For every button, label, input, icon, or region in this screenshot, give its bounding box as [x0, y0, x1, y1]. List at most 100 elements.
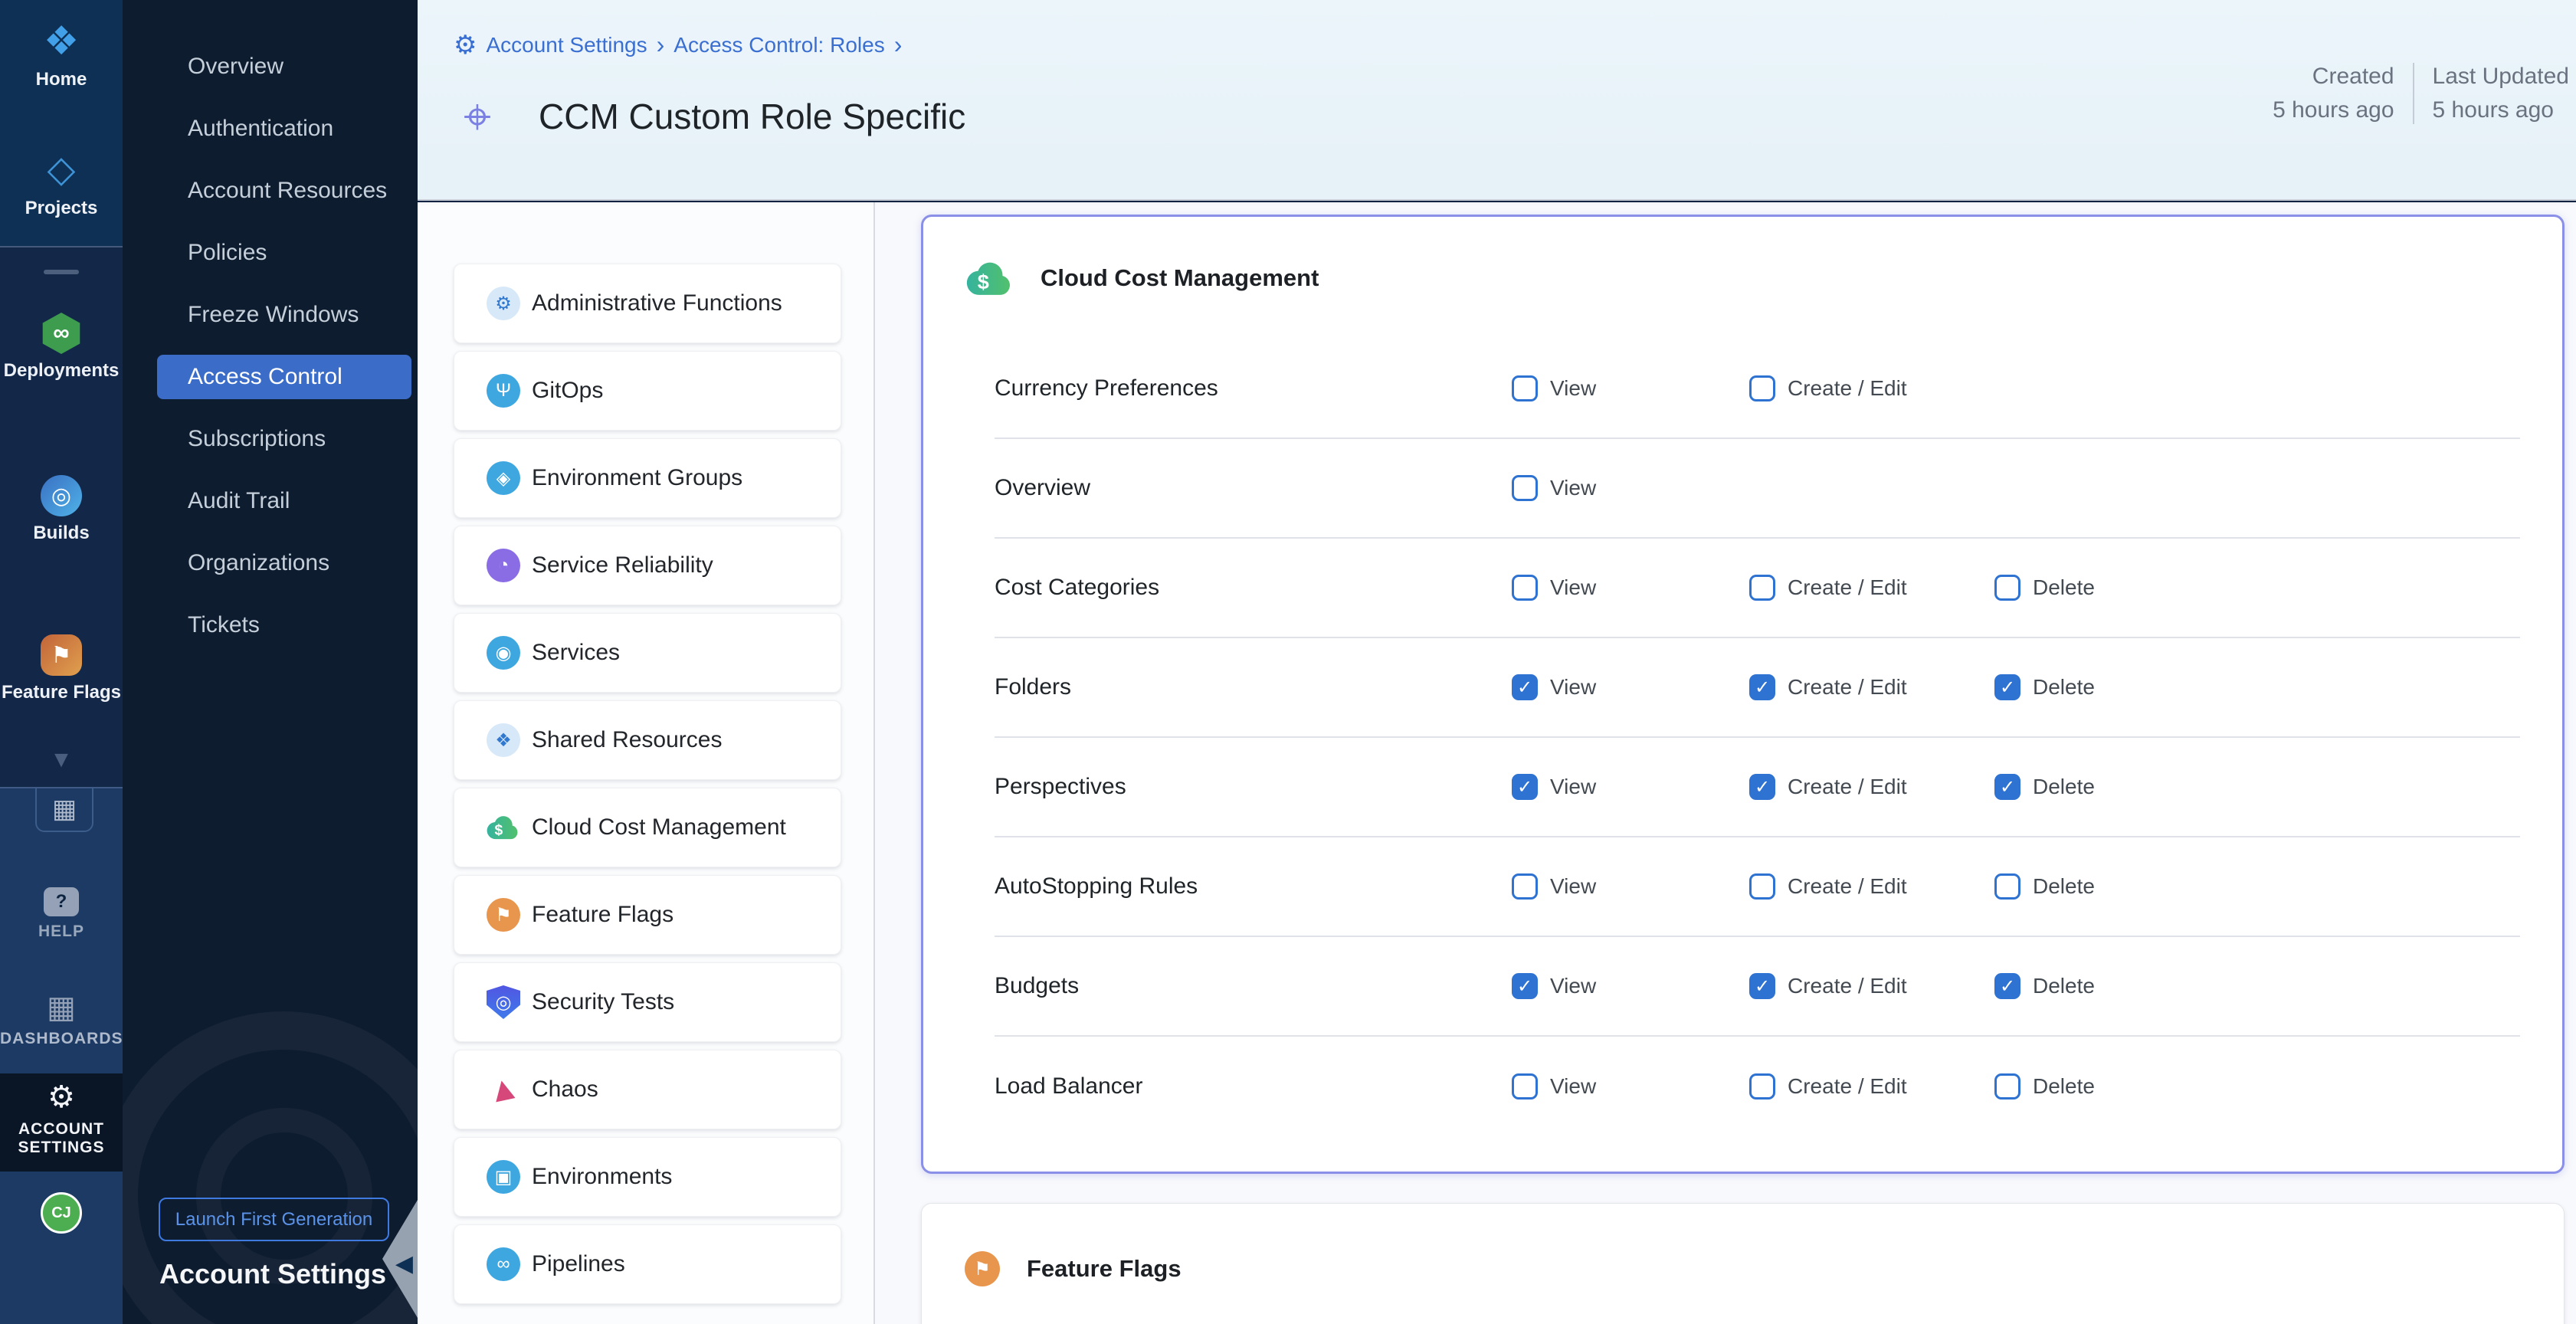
checkbox[interactable] [1994, 973, 2020, 999]
checkbox[interactable] [1749, 375, 1775, 401]
nav-item-subscriptions[interactable]: Subscriptions [123, 417, 418, 461]
nav-item-account-resources[interactable]: Account Resources [123, 169, 418, 213]
checkbox-view[interactable]: View [1512, 973, 1749, 999]
settings-gear-icon: ⚙ [454, 32, 477, 58]
divider [44, 270, 79, 274]
resource-item-shared-resources[interactable]: ❖ Shared Resources [454, 700, 841, 780]
svg-text:$: $ [978, 270, 989, 293]
permission-row: Cost Categories View Create / Edit Delet… [995, 539, 2520, 638]
cloud-cost-management-panel: $ Cloud Cost Management Currency Prefere… [921, 215, 2565, 1174]
collapse-sidebar-icon[interactable]: ◀ [395, 1250, 413, 1277]
permission-row: Load Balancer View Create / Edit Delete [995, 1037, 2520, 1136]
resource-item-cloud-cost-management[interactable]: $ Cloud Cost Management [454, 788, 841, 867]
nav-item-tickets[interactable]: Tickets [123, 603, 418, 647]
resource-item-pipelines[interactable]: ∞ Pipelines [454, 1224, 841, 1304]
checkbox[interactable] [1994, 873, 2020, 900]
checkbox[interactable] [1512, 475, 1538, 501]
resource-item-services[interactable]: ◉ Services [454, 613, 841, 693]
checkbox[interactable] [1512, 1073, 1538, 1100]
checkbox-create-edit[interactable]: Create / Edit [1749, 575, 1994, 601]
gear-icon: ⚙ [487, 287, 520, 320]
sidebar-item-dashboards[interactable]: ▦ DASHBOARDS [0, 991, 123, 1048]
checkbox-delete[interactable]: Delete [1994, 674, 2520, 700]
last-updated-meta: Last Updated 5 hours ago [2433, 60, 2569, 127]
crosshair-role-icon: ⌖ [450, 89, 505, 144]
checkbox-view[interactable]: View [1512, 774, 1749, 800]
checkbox-view[interactable]: View [1512, 375, 1749, 401]
resource-item-service-reliability[interactable]: ◔ Service Reliability [454, 526, 841, 605]
checkbox[interactable] [1749, 973, 1775, 999]
checkbox-create-edit[interactable]: Create / Edit [1749, 873, 1994, 900]
nav-item-overview[interactable]: Overview [123, 44, 418, 89]
page-header: ⚙ Account Settings › Access Control: Rol… [418, 0, 2576, 201]
nav-item-access-control[interactable]: Access Control [157, 355, 411, 399]
resource-item-chaos[interactable]: ▲ Chaos [454, 1050, 841, 1129]
sidebar-item-account-settings[interactable]: ⚙ ACCOUNT SETTINGS [0, 1080, 123, 1157]
nav-item-freeze-windows[interactable]: Freeze Windows [123, 293, 418, 337]
checkbox[interactable] [1749, 1073, 1775, 1100]
resource-item-administrative-functions[interactable]: ⚙ Administrative Functions [454, 264, 841, 343]
module-label: ACCOUNT SETTINGS [0, 1120, 123, 1157]
checkbox-delete[interactable]: Delete [1994, 774, 2520, 800]
cloud-dollar-icon: $ [966, 261, 1014, 297]
chevron-right-icon: › [894, 31, 903, 59]
checkbox-view[interactable]: View [1512, 1073, 1749, 1100]
checkbox-create-edit[interactable]: Create / Edit [1749, 375, 1994, 401]
nav-item-authentication[interactable]: Authentication [123, 107, 418, 151]
module-label: Deployments [0, 360, 123, 382]
resource-item-feature-flags[interactable]: ⚑ Feature Flags [454, 875, 841, 955]
cloud-dollar-icon: $ [487, 811, 520, 844]
checkbox[interactable] [1512, 873, 1538, 900]
resource-item-gitops[interactable]: Ψ GitOps [454, 351, 841, 431]
checkbox-view[interactable]: View [1512, 873, 1749, 900]
checkbox[interactable] [1749, 575, 1775, 601]
checkbox[interactable] [1749, 873, 1775, 900]
checkbox[interactable] [1994, 575, 2020, 601]
sidebar-item-home[interactable]: ❖ Home [0, 20, 123, 90]
sidebar-item-help[interactable]: ? HELP [0, 887, 123, 941]
resource-item-security-tests[interactable]: ◎ Security Tests [454, 962, 841, 1042]
module-label: HELP [0, 923, 123, 941]
checkbox[interactable] [1994, 1073, 2020, 1100]
sidebar-item-feature-flags[interactable]: ⚑ Feature Flags [0, 634, 123, 703]
checkbox-view[interactable]: View [1512, 475, 1749, 501]
avatar[interactable]: CJ [41, 1192, 82, 1234]
nav-item-policies[interactable]: Policies [123, 231, 418, 275]
checkbox[interactable] [1512, 774, 1538, 800]
checkbox[interactable] [1749, 774, 1775, 800]
checkbox-delete[interactable]: Delete [1994, 873, 2520, 900]
sidebar-item-deployments[interactable]: ∞ Deployments [0, 313, 123, 382]
checkbox-create-edit[interactable]: Create / Edit [1749, 674, 1994, 700]
role-meta: Created 5 hours ago Last Updated 5 hours… [2273, 60, 2569, 127]
checkbox-create-edit[interactable]: Create / Edit [1749, 774, 1994, 800]
checkbox[interactable] [1994, 774, 2020, 800]
divider [0, 246, 123, 247]
checkbox[interactable] [1512, 973, 1538, 999]
nav-item-organizations[interactable]: Organizations [123, 541, 418, 585]
checkbox-create-edit[interactable]: Create / Edit [1749, 973, 1994, 999]
checkbox[interactable] [1512, 375, 1538, 401]
nav-item-audit-trail[interactable]: Audit Trail [123, 479, 418, 523]
home-icon: ❖ [0, 20, 123, 63]
checkbox[interactable] [1994, 674, 2020, 700]
checkbox-create-edit[interactable]: Create / Edit [1749, 1073, 1994, 1100]
sidebar-item-projects[interactable]: ◇ Projects [0, 149, 123, 219]
builds-icon: ◎ [41, 475, 82, 516]
checkbox[interactable] [1749, 674, 1775, 700]
checkbox[interactable] [1512, 575, 1538, 601]
breadcrumb-access-control-roles[interactable]: Access Control: Roles [673, 33, 884, 57]
checkbox-delete[interactable]: Delete [1994, 1073, 2520, 1100]
resource-item-environments[interactable]: ▣ Environments [454, 1137, 841, 1217]
module-label: Projects [0, 198, 123, 219]
sidebar-item-builds[interactable]: ◎ Builds [0, 475, 123, 544]
checkbox-view[interactable]: View [1512, 575, 1749, 601]
checkbox-view[interactable]: View [1512, 674, 1749, 700]
launch-first-generation-button[interactable]: Launch First Generation [159, 1198, 389, 1241]
breadcrumb-account-settings[interactable]: Account Settings [486, 33, 647, 57]
checkbox[interactable] [1512, 674, 1538, 700]
module-grid-button[interactable]: ▦ [35, 788, 93, 832]
checkbox-delete[interactable]: Delete [1994, 575, 2520, 601]
resource-item-environment-groups[interactable]: ◈ Environment Groups [454, 438, 841, 518]
checkbox-delete[interactable]: Delete [1994, 973, 2520, 999]
chevron-down-icon[interactable]: ▼ [0, 747, 123, 773]
